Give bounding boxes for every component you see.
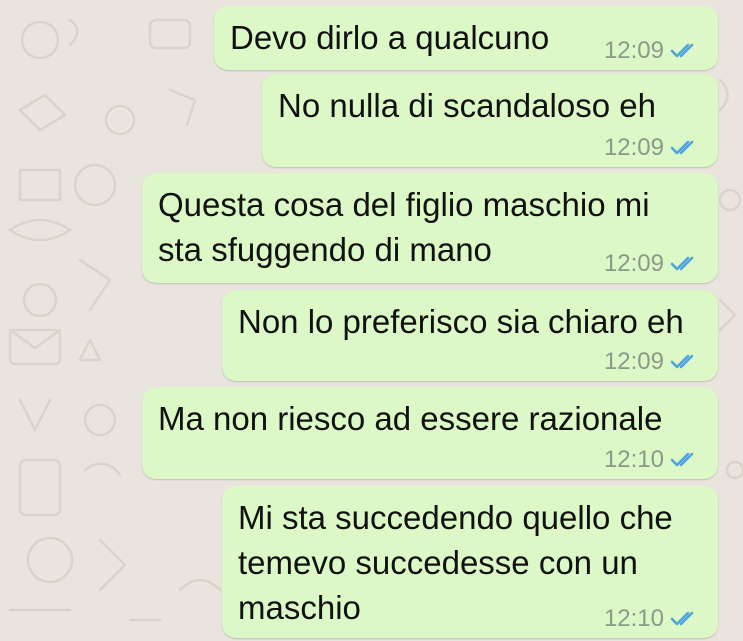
message-meta: 12:09 <box>604 348 700 376</box>
message-text: Non lo preferisco sia chiaro eh <box>238 303 684 340</box>
outgoing-message-bubble[interactable]: Devo dirlo a qualcuno 12:09 <box>214 6 718 70</box>
outgoing-message-bubble[interactable]: Mi sta succedendo quello che temevo succ… <box>222 486 718 638</box>
message-timestamp: 12:09 <box>603 348 664 375</box>
outgoing-message-bubble[interactable]: Non lo preferisco sia chiaro eh 12:09 <box>222 290 718 381</box>
double-check-icon <box>670 452 700 468</box>
message-meta: 12:10 <box>604 605 700 633</box>
double-check-icon <box>670 43 700 59</box>
outgoing-message-bubble[interactable]: Questa cosa del figlio maschio mi sta sf… <box>142 173 718 283</box>
message-timestamp: 12:10 <box>603 605 664 632</box>
outgoing-message-bubble[interactable]: No nulla di scandaloso eh 12:09 <box>262 74 718 167</box>
message-meta: 12:10 <box>604 446 700 474</box>
outgoing-message-bubble[interactable]: Ma non riesco ad essere razionale 12:10 <box>142 387 718 479</box>
message-text: Ma non riesco ad essere razionale <box>158 400 663 437</box>
message-timestamp: 12:09 <box>603 134 664 161</box>
message-timestamp: 12:09 <box>603 250 664 277</box>
message-timestamp: 12:10 <box>603 446 664 473</box>
message-timestamp: 12:09 <box>603 37 664 64</box>
message-meta: 12:09 <box>604 250 700 278</box>
double-check-icon <box>670 611 700 627</box>
double-check-icon <box>670 140 700 156</box>
double-check-icon <box>670 256 700 272</box>
message-meta: 12:09 <box>604 134 700 162</box>
message-meta: 12:09 <box>604 37 700 65</box>
message-text: No nulla di scandaloso eh <box>278 87 656 124</box>
double-check-icon <box>670 354 700 370</box>
